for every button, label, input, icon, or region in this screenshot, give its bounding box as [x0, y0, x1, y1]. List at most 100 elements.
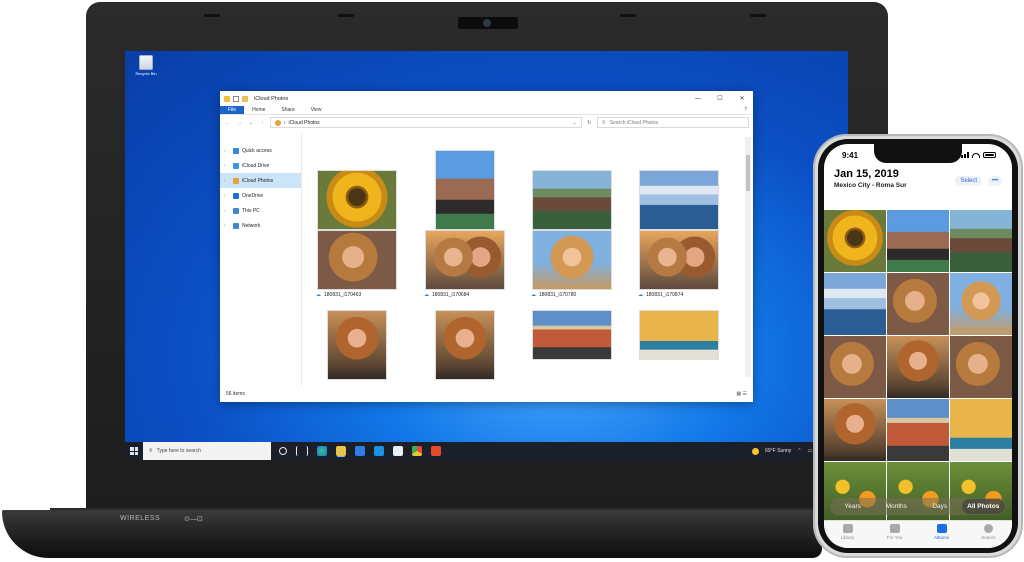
file-explorer-icon[interactable] — [336, 446, 346, 456]
nav-item-onedrive[interactable]: › OneDrive — [220, 188, 301, 203]
taskbar-search[interactable]: ⚲ Type here to search — [143, 442, 271, 460]
explorer-body: › Quick access › iCloud Drive › iCloud Photos… — [220, 133, 753, 386]
photo-grid-cell[interactable] — [824, 210, 886, 272]
file-name: 180831_i170780 — [539, 292, 577, 298]
store-icon[interactable] — [355, 446, 365, 456]
chrome-icon[interactable] — [412, 446, 422, 456]
tab-label: Albums — [933, 535, 949, 540]
expand-caret-icon[interactable]: › — [224, 163, 230, 169]
expand-caret-icon[interactable]: › — [224, 223, 230, 229]
photo-thumbnail[interactable] — [640, 311, 718, 359]
forward-arrow-icon[interactable]: → — [235, 120, 242, 126]
tab-search[interactable]: Search — [965, 521, 1012, 548]
photo-grid-cell[interactable] — [950, 210, 1012, 272]
photo-thumbnail[interactable] — [640, 171, 718, 229]
photo-thumbnail[interactable] — [533, 311, 611, 359]
weather-label[interactable]: 69°F Sunny — [765, 448, 791, 454]
photo-thumbnail[interactable] — [318, 231, 396, 289]
recent-dropdown-icon[interactable]: ⌄ — [247, 120, 254, 126]
file-tile[interactable]: ☁180831_i200834 — [422, 151, 508, 238]
photo-thumbnail[interactable] — [436, 311, 494, 379]
properties-icon[interactable] — [233, 95, 239, 102]
file-tile[interactable]: ☁ 180831_i170780 — [529, 231, 615, 298]
widgets-icon[interactable] — [296, 446, 308, 456]
photo-thumbnail[interactable] — [640, 231, 718, 289]
photo-grid-cell[interactable] — [950, 336, 1012, 398]
file-tile[interactable]: ☁ 180831_i170463 — [314, 231, 400, 298]
photo-thumbnail[interactable] — [328, 311, 386, 379]
expand-caret-icon[interactable]: › — [224, 178, 230, 184]
address-bar[interactable]: › iCloud Photos ⌄ — [269, 117, 582, 128]
file-tile[interactable]: ☁ 180831_i170874 — [636, 231, 722, 298]
chevron-down-icon[interactable]: ⌄ — [572, 120, 576, 126]
nav-item-quick-access[interactable]: › Quick access — [220, 143, 301, 158]
nav-item-this-pc[interactable]: › This PC — [220, 203, 301, 218]
photo-grid-cell[interactable] — [824, 336, 886, 398]
photo-grid-cell[interactable] — [887, 273, 949, 335]
segment-days[interactable]: Days — [918, 503, 962, 510]
tab-albums[interactable]: Albums — [918, 521, 965, 548]
network-icon[interactable]: ▭ — [808, 448, 813, 454]
start-button[interactable] — [125, 447, 143, 455]
file-tile[interactable] — [422, 311, 508, 379]
new-folder-icon[interactable] — [242, 95, 248, 102]
refresh-icon[interactable]: ↻ — [586, 120, 593, 126]
photo-grid-cell[interactable] — [887, 336, 949, 398]
nav-item-network[interactable]: › Network — [220, 218, 301, 233]
photo-grid-cell[interactable] — [824, 399, 886, 461]
window-title: iCloud Photos — [254, 95, 289, 102]
search-input[interactable]: ⚲ Search iCloud Photos — [597, 117, 749, 128]
maximize-button[interactable]: ☐ — [709, 95, 731, 102]
photo-grid-cell[interactable] — [824, 273, 886, 335]
photo-grid-cell[interactable] — [950, 399, 1012, 461]
segment-months[interactable]: Months — [875, 503, 919, 510]
photo-thumbnail[interactable] — [533, 171, 611, 229]
segment-years[interactable]: Years — [831, 503, 875, 510]
recycle-bin[interactable]: Recycle Bin — [131, 55, 161, 76]
nav-item-icloud-photos[interactable]: › iCloud Photos — [220, 173, 301, 188]
expand-caret-icon[interactable]: › — [224, 208, 230, 214]
ribbon-tab-view[interactable]: View — [303, 106, 330, 114]
segment-all-photos[interactable]: All Photos — [961, 499, 1005, 514]
photo-thumbnail[interactable] — [318, 171, 396, 229]
photo-thumbnail[interactable] — [533, 231, 611, 289]
more-button[interactable]: ••• — [988, 176, 1002, 186]
photo-grid-cell[interactable] — [887, 399, 949, 461]
tray-chevron-icon[interactable]: ⌃ — [797, 448, 801, 454]
file-tile[interactable] — [314, 311, 400, 379]
expand-caret-icon[interactable]: › — [224, 193, 230, 199]
file-tile[interactable]: ☁ 180831_i170684 — [422, 231, 508, 298]
photo-thumbnail[interactable] — [436, 151, 494, 229]
file-tile[interactable]: ☁180829_i401706 — [314, 171, 400, 238]
select-button[interactable]: Select — [955, 176, 982, 186]
folder-icon[interactable] — [224, 95, 230, 102]
close-button[interactable]: ✕ — [731, 95, 753, 102]
tab-for-you[interactable]: For You — [871, 521, 918, 548]
expand-caret-icon[interactable]: › — [224, 148, 230, 154]
nav-item-icloud-drive[interactable]: › iCloud Drive — [220, 158, 301, 173]
ribbon-tab-home[interactable]: Home — [244, 106, 273, 114]
photo-thumbnail[interactable] — [426, 231, 504, 289]
ribbon-tab-share[interactable]: Share — [273, 106, 302, 114]
file-tile[interactable]: ☁180831_i140583 — [636, 171, 722, 238]
file-tile[interactable] — [529, 311, 615, 359]
view-toggle-icons[interactable]: ▦ ☰ — [736, 391, 747, 397]
scrollbar-thumb[interactable] — [746, 155, 750, 191]
file-tile[interactable] — [636, 311, 722, 359]
edge-icon[interactable] — [317, 446, 327, 456]
tab-library[interactable]: Library — [824, 521, 871, 548]
up-arrow-icon[interactable]: ↑ — [258, 120, 265, 126]
mail-icon[interactable] — [374, 446, 384, 456]
file-tile[interactable]: ☁180831_i200938 — [529, 171, 615, 238]
minimize-button[interactable]: — — [687, 96, 709, 102]
scrollbar[interactable] — [745, 137, 751, 377]
task-view-icon[interactable] — [279, 447, 287, 455]
help-icon[interactable]: ? — [738, 106, 753, 114]
ribbon-file-tab[interactable]: File — [220, 106, 245, 114]
office-icon[interactable] — [431, 446, 441, 456]
icloud-icon[interactable] — [393, 446, 403, 456]
photo-grid-cell[interactable] — [887, 210, 949, 272]
photo-grid-cell[interactable] — [950, 273, 1012, 335]
back-arrow-icon[interactable]: ← — [224, 120, 231, 126]
battery-icon — [983, 152, 996, 158]
